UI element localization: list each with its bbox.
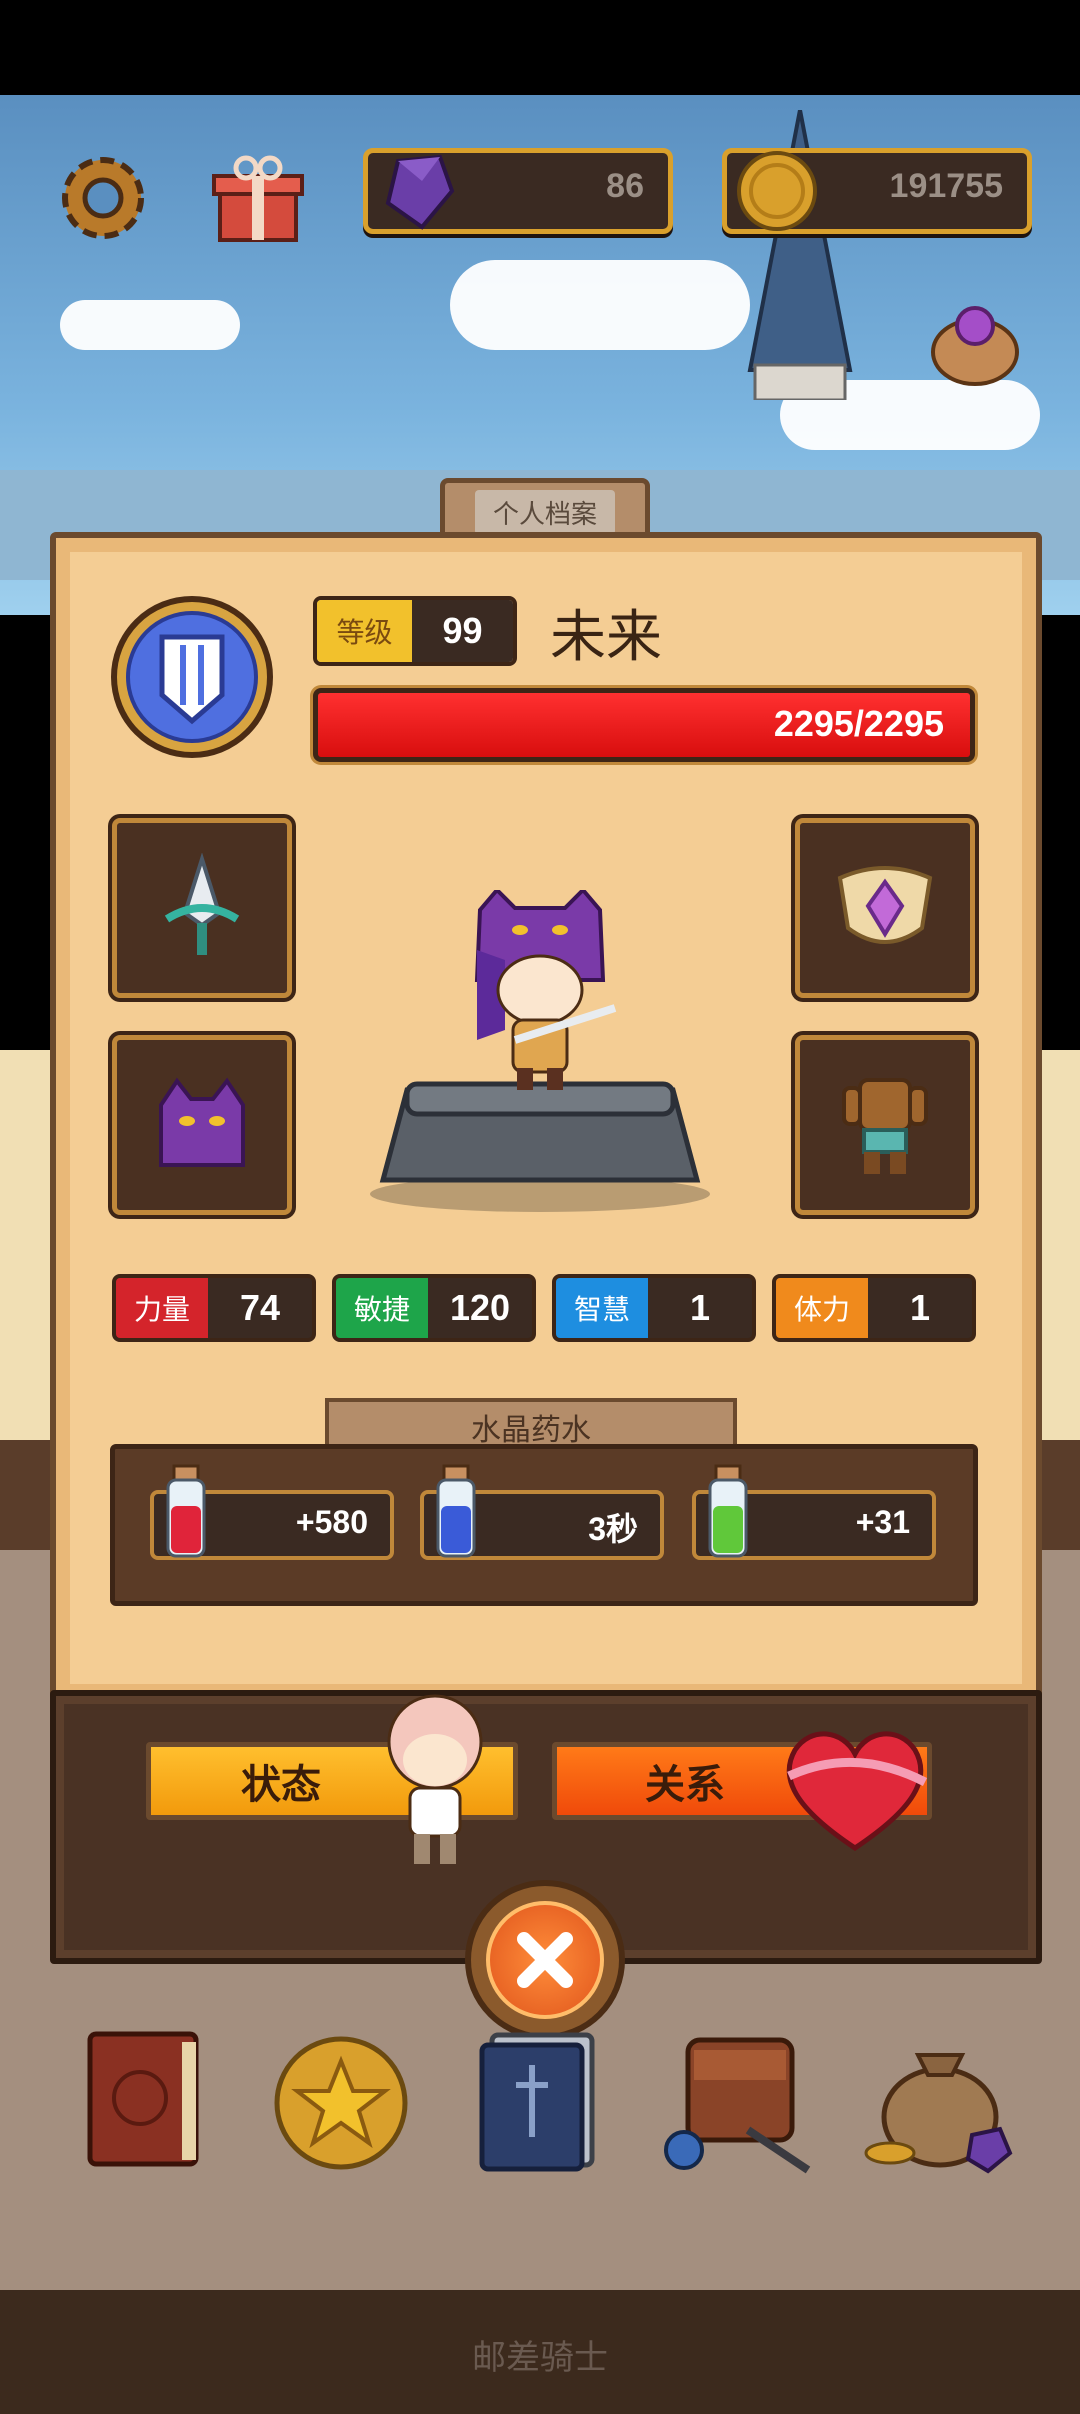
potion-slot[interactable]: +31 (692, 1464, 936, 1560)
potion-slot[interactable]: +580 (150, 1464, 394, 1560)
class-emblem (110, 595, 274, 759)
stat-label: 体力 (776, 1278, 868, 1338)
nav-shop-button[interactable] (860, 2025, 1020, 2175)
heart-icon (775, 1718, 935, 1858)
close-icon (517, 1932, 573, 1988)
star-coin-icon (274, 2036, 407, 2169)
stat-label: 力量 (116, 1278, 208, 1338)
stat-box: 敏捷 120 (332, 1274, 536, 1342)
treasure-bag-icon (931, 306, 1019, 386)
potion-slot[interactable]: 3秒 (420, 1464, 664, 1560)
equip-slot-weapon[interactable] (112, 818, 292, 998)
potion-value: 3秒 (588, 1511, 638, 1547)
cloud (60, 300, 240, 350)
stat-box: 体力 1 (772, 1274, 976, 1342)
settings-button[interactable] (50, 145, 155, 250)
potion-value: +31 (855, 1504, 910, 1540)
coin-icon (737, 151, 817, 231)
shield-emblem-icon (111, 596, 273, 758)
player-name: 未来 (550, 605, 662, 670)
close-button[interactable] (465, 1880, 625, 2040)
nav-star-medal-button[interactable] (268, 2030, 413, 2175)
crown-armor-icon (837, 866, 933, 944)
gem-icon (385, 154, 455, 230)
nav-cards-button[interactable] (470, 2025, 610, 2175)
level-label: 等级 (317, 600, 412, 662)
hp-bar: 2295/2295 (313, 688, 975, 762)
equip-slot-hood[interactable] (112, 1035, 292, 1215)
equip-slot-helmet[interactable] (795, 818, 975, 998)
cloud (450, 260, 750, 350)
nav-inventory-button[interactable] (655, 2020, 820, 2180)
equip-slot-armor[interactable] (795, 1035, 975, 1215)
relation-button-label: 关系 (645, 1762, 725, 1808)
coin-count: 191755 (889, 167, 1003, 205)
potion-bottle-icon (166, 1464, 206, 1558)
hp-text: 2295/2295 (773, 703, 944, 744)
gem-counter[interactable]: 86 (363, 148, 673, 234)
money-bag-icon (864, 2053, 1013, 2174)
stat-box: 力量 74 (112, 1274, 316, 1342)
gem-count: 86 (606, 167, 644, 205)
gear-icon (61, 156, 144, 239)
potion-value: +580 (295, 1504, 368, 1540)
potion-bottle-icon (708, 1464, 748, 1558)
stat-label: 敏捷 (336, 1278, 428, 1338)
book-icon (87, 2031, 199, 2167)
nav-book-button[interactable] (80, 2022, 210, 2172)
profile-tab-label: 个人档案 (474, 489, 615, 535)
stat-value: 74 (239, 1287, 281, 1328)
coin-counter[interactable]: 191755 (722, 148, 1032, 234)
game-title-footer: 邮差骑士 (472, 2338, 608, 2378)
cards-icon (479, 2032, 595, 2172)
status-button-label: 状态 (241, 1762, 321, 1808)
stat-label: 智慧 (556, 1278, 648, 1338)
level-value: 99 (412, 600, 513, 662)
postman-character (380, 1690, 490, 1870)
gift-button[interactable] (205, 145, 310, 250)
gift-icon (211, 155, 304, 242)
potion-bottle-icon (436, 1464, 476, 1558)
stat-box: 智慧 1 (552, 1274, 756, 1342)
stat-value: 1 (689, 1287, 711, 1328)
character-preview (365, 887, 715, 1220)
stat-value: 120 (449, 1287, 511, 1328)
armor-icon (842, 1078, 928, 1174)
sword-icon (164, 853, 240, 955)
level-badge: 等级 99 (313, 596, 517, 666)
backpack-icon (663, 2037, 810, 2174)
treasure-bag-button[interactable] (920, 290, 1030, 390)
stat-value: 1 (909, 1287, 931, 1328)
cat-hood-icon (159, 1077, 245, 1167)
